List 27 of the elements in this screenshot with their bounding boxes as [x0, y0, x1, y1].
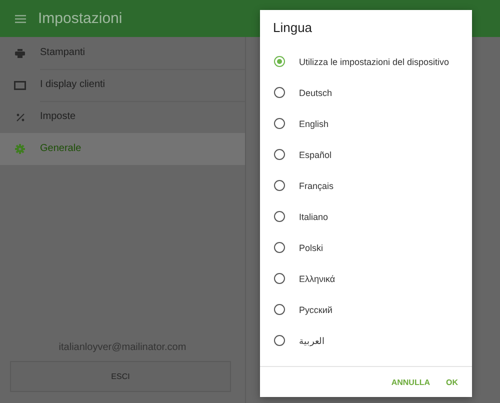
screen-icon — [14, 80, 26, 90]
language-option[interactable]: Ελληνικά — [260, 263, 472, 294]
radio-button[interactable] — [274, 149, 285, 160]
radio-button[interactable] — [274, 335, 285, 346]
menu-icon[interactable] — [15, 14, 26, 22]
app-bar-title: Impostazioni — [38, 10, 122, 27]
printer-icon — [15, 48, 25, 58]
language-option[interactable]: Русский — [260, 294, 472, 325]
language-option[interactable]: Français — [260, 170, 472, 201]
settings-icon — [15, 144, 25, 154]
radio-button[interactable] — [274, 56, 285, 67]
radio-button[interactable] — [274, 180, 285, 191]
language-option[interactable]: English — [260, 108, 472, 139]
dialog-title: Lingua — [273, 20, 314, 37]
language-option[interactable]: العربية — [260, 325, 472, 356]
language-option[interactable]: Utilizza le impostazioni del dispositivo — [260, 46, 472, 77]
radio-button[interactable] — [274, 211, 285, 222]
percent-icon — [16, 112, 24, 122]
language-option[interactable]: Polski — [260, 232, 472, 263]
radio-button[interactable] — [274, 273, 285, 284]
language-option[interactable]: Español — [260, 139, 472, 170]
radio-button[interactable] — [274, 87, 285, 98]
radio-button[interactable] — [274, 304, 285, 315]
radio-button[interactable] — [274, 118, 285, 129]
language-option[interactable]: Deutsch — [260, 77, 472, 108]
language-option[interactable]: Italiano — [260, 201, 472, 232]
radio-button[interactable] — [274, 242, 285, 253]
